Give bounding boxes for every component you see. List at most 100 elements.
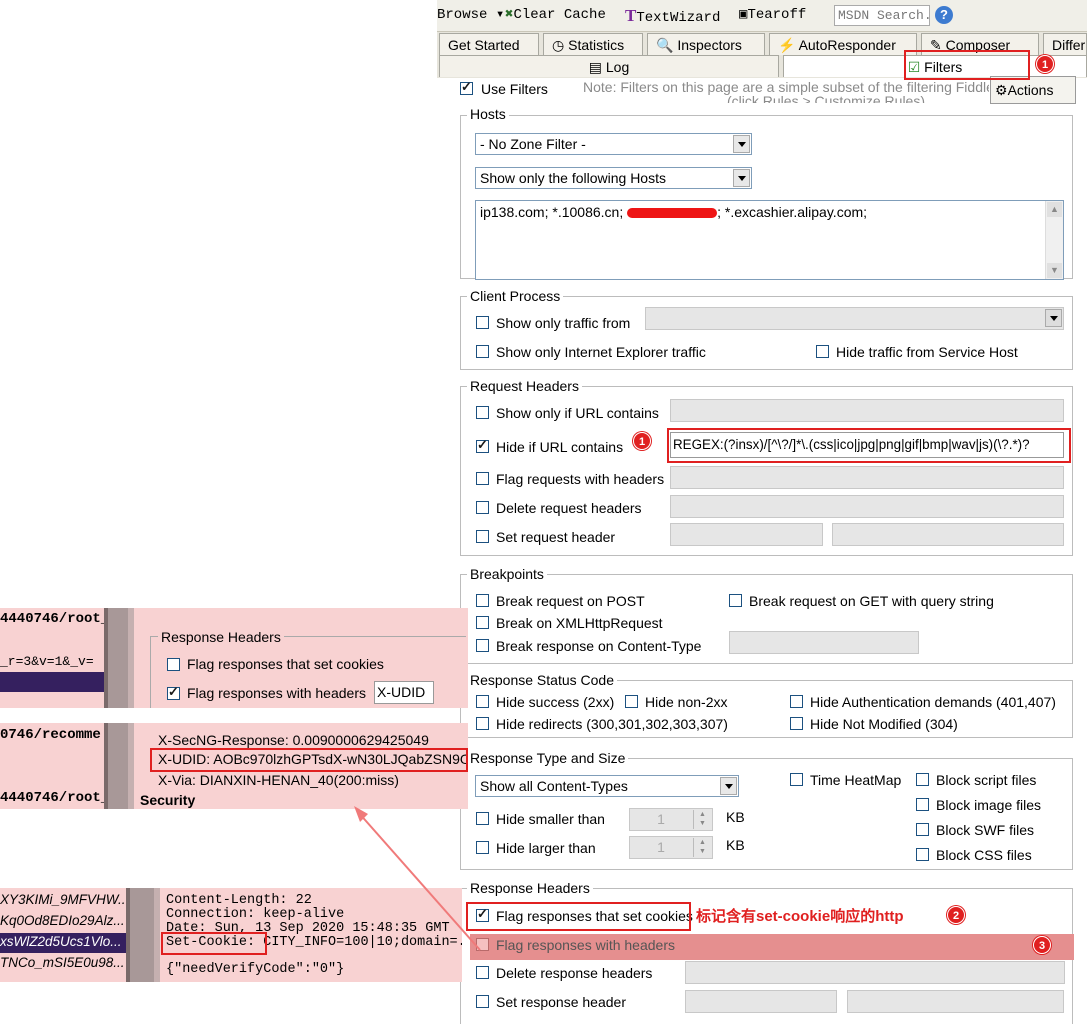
block-script-checkbox[interactable] — [916, 773, 929, 786]
traffic-from-label: Show only traffic from — [496, 315, 631, 331]
delete-requests-checkbox[interactable] — [476, 501, 489, 514]
flag-requests-input[interactable] — [670, 466, 1064, 489]
session-row: _r=3&v=1&_v= — [0, 654, 94, 669]
content-type-input[interactable] — [729, 631, 919, 654]
scrollbar[interactable]: ▲ ▼ — [1045, 201, 1063, 279]
scroll-up-icon[interactable]: ▲ — [1047, 202, 1062, 217]
splitter[interactable] — [126, 888, 160, 982]
flag-headers-label: Flag responses with headers — [496, 937, 675, 953]
content-types-select[interactable]: Show all Content-Types — [475, 775, 739, 797]
tab-statistics[interactable]: ◷ Statistics — [543, 33, 643, 55]
annotation-1: 1 — [1036, 55, 1054, 73]
show-url-input[interactable] — [670, 399, 1064, 422]
tab-get-started[interactable]: Get Started — [439, 33, 539, 55]
session-row: TNCo_mSI5E0u98... — [0, 955, 125, 970]
break-post-label: Break request on POST — [496, 593, 645, 609]
session-row: Kq0Od8EDIo29Alz... — [0, 913, 125, 928]
block-image-checkbox[interactable] — [916, 798, 929, 811]
response-type-title: Response Type and Size — [467, 750, 629, 766]
hosts-textarea[interactable]: ip138.com; *.10086.cn; ; *.excashier.ali… — [475, 200, 1064, 280]
process-select[interactable] — [645, 307, 1064, 330]
service-host-label: Hide traffic from Service Host — [836, 344, 1018, 360]
delete-headers-checkbox[interactable] — [476, 966, 489, 979]
header-xvia: X-Via: DIANXIN-HENAN_40(200:miss) — [158, 772, 399, 788]
tab-differ[interactable]: Differ — [1043, 33, 1087, 55]
flag-headers-input[interactable] — [685, 934, 1065, 960]
tab-inspectors[interactable]: 🔍 Inspectors — [647, 33, 765, 55]
header-connection: Connection: keep-alive — [166, 907, 345, 922]
chevron-down-icon — [720, 777, 737, 795]
chevron-down-icon — [733, 169, 750, 187]
set-header-value-input[interactable] — [847, 990, 1064, 1013]
time-heatmap-checkbox[interactable] — [790, 773, 803, 786]
actions-icon: ⚙ — [995, 82, 1008, 98]
annotation-2: 2 — [947, 906, 965, 924]
break-get-checkbox[interactable] — [729, 594, 742, 607]
header-content-length: Content-Length: 22 — [166, 893, 312, 908]
stepper-arrows-icon[interactable]: ▲ ▼ — [693, 838, 711, 857]
break-content-type-checkbox[interactable] — [476, 639, 489, 652]
tab-log[interactable]: ▤ Log — [439, 55, 779, 77]
splitter[interactable] — [104, 723, 134, 809]
set-header-label: Set response header — [496, 994, 626, 1010]
delete-requests-input[interactable] — [670, 495, 1064, 518]
block-css-checkbox[interactable] — [916, 848, 929, 861]
set-header-checkbox[interactable] — [476, 995, 489, 1008]
snippet-flag-cookies-label: Flag responses that set cookies — [187, 656, 384, 672]
snippet-flag-headers-checkbox[interactable] — [167, 684, 180, 700]
tearoff-button[interactable]: ▣Tearoff — [739, 6, 806, 26]
break-xml-checkbox[interactable] — [476, 616, 489, 629]
delete-headers-input[interactable] — [685, 961, 1065, 984]
show-url-checkbox[interactable] — [476, 406, 489, 419]
block-script-label: Block script files — [936, 772, 1037, 788]
msdn-search-input[interactable]: MSDN Search... — [834, 5, 930, 26]
tab-autoresponder[interactable]: ⚡ AutoResponder — [769, 33, 917, 55]
snippet-xudid-input[interactable]: X-UDID — [374, 681, 434, 704]
hide-redirects-label: Hide redirects (300,301,302,303,307) — [496, 716, 728, 732]
use-filters-checkbox[interactable] — [460, 79, 473, 95]
ie-traffic-checkbox[interactable] — [476, 345, 489, 358]
cookie-annotation-text: 标记含有set-cookie响应的http — [696, 908, 904, 925]
larger-size-stepper[interactable]: 1 ▲ ▼ — [629, 836, 713, 859]
set-header-name-input[interactable] — [685, 990, 837, 1013]
inspectors-icon: 🔍 — [656, 37, 674, 53]
hide-not-modified-label: Hide Not Modified (304) — [810, 716, 958, 732]
textwizard-button[interactable]: TTextWizard — [625, 6, 720, 26]
hide-non2xx-checkbox[interactable] — [625, 695, 638, 708]
set-request-name-input[interactable] — [670, 523, 823, 546]
service-host-checkbox[interactable] — [816, 345, 829, 358]
traffic-from-checkbox[interactable] — [476, 316, 489, 329]
block-swf-checkbox[interactable] — [916, 823, 929, 836]
selected-session-row[interactable] — [0, 672, 104, 692]
breakpoints-title: Breakpoints — [467, 566, 547, 582]
textwizard-icon: T — [625, 6, 637, 25]
hide-url-checkbox[interactable] — [476, 437, 489, 453]
chevron-down-icon — [1045, 309, 1062, 327]
hide-redirects-checkbox[interactable] — [476, 717, 489, 730]
zone-filter-select[interactable]: - No Zone Filter - — [475, 133, 752, 155]
break-get-label: Break request on GET with query string — [749, 593, 994, 609]
hide-non2xx-label: Hide non-2xx — [645, 694, 728, 710]
host-filter-select[interactable]: Show only the following Hosts — [475, 167, 752, 189]
flag-requests-checkbox[interactable] — [476, 472, 489, 485]
break-post-checkbox[interactable] — [476, 594, 489, 607]
break-xml-label: Break on XMLHttpRequest — [496, 615, 663, 631]
actions-button[interactable]: ⚙Actions — [990, 76, 1076, 104]
log-icon: ▤ — [588, 59, 602, 75]
hide-not-modified-checkbox[interactable] — [790, 717, 803, 730]
stepper-arrows-icon[interactable]: ▲ ▼ — [693, 810, 711, 829]
hide-success-checkbox[interactable] — [476, 695, 489, 708]
block-swf-label: Block SWF files — [936, 822, 1035, 838]
scroll-down-icon[interactable]: ▼ — [1047, 263, 1062, 278]
hide-auth-checkbox[interactable] — [790, 695, 803, 708]
clear-cache-button[interactable]: ✖Clear Cache — [505, 6, 606, 26]
smaller-size-stepper[interactable]: 1 ▲ ▼ — [629, 808, 713, 831]
set-request-checkbox[interactable] — [476, 530, 489, 543]
hide-smaller-label: Hide smaller than — [496, 811, 605, 827]
snippet-flag-cookies-checkbox[interactable] — [167, 658, 180, 671]
help-icon[interactable]: ? — [935, 6, 953, 24]
annotation-arrow — [354, 806, 481, 951]
splitter[interactable] — [104, 608, 134, 708]
browse-button[interactable]: Browse ▾ — [437, 6, 504, 26]
set-request-value-input[interactable] — [832, 523, 1064, 546]
